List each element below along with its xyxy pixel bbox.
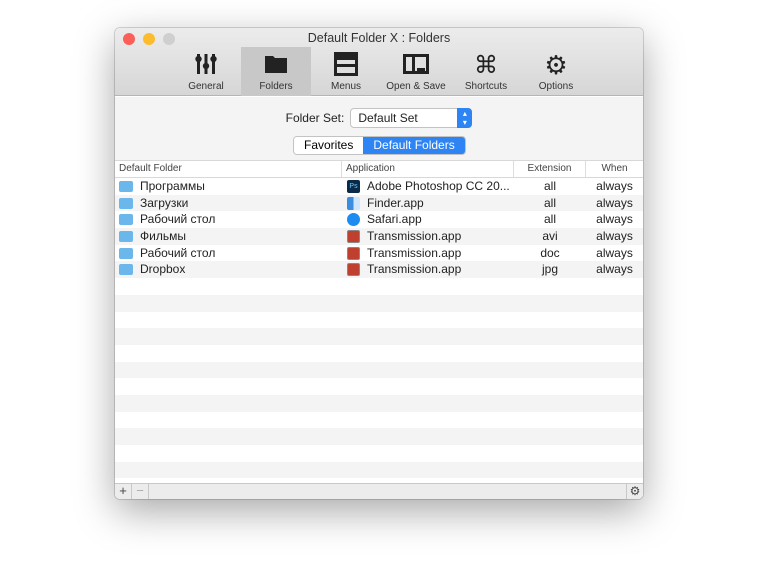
table-row[interactable]: Dropbox Transmission.app jpg always bbox=[115, 261, 643, 279]
chevron-up-down-icon: ▴ ▾ bbox=[457, 108, 473, 128]
empty-row bbox=[115, 294, 643, 312]
application-name: Safari.app bbox=[367, 212, 422, 227]
view-segmented-control: Favorites Default Folders bbox=[293, 136, 466, 155]
when: always bbox=[596, 179, 633, 193]
folder-icon bbox=[119, 264, 133, 276]
folder-set-value: Default Set bbox=[358, 111, 418, 125]
empty-row bbox=[115, 378, 643, 395]
tab-default-folders[interactable]: Default Folders bbox=[363, 137, 465, 154]
table-row[interactable]: Рабочий стол Safari.app all always bbox=[115, 211, 643, 228]
extension: all bbox=[543, 179, 556, 193]
toolbar-label: Folders bbox=[259, 81, 293, 92]
empty-row bbox=[115, 345, 643, 362]
extension: all bbox=[543, 195, 556, 210]
application-name: Finder.app bbox=[367, 195, 424, 210]
folder-name: Фильмы bbox=[140, 229, 186, 244]
menus-icon bbox=[334, 52, 358, 76]
toolbar-label: Menus bbox=[330, 81, 361, 92]
toolbar-shortcuts[interactable]: ⌘ Shortcuts bbox=[451, 47, 521, 96]
when: always bbox=[596, 245, 633, 260]
folder-name: Dropbox bbox=[140, 262, 186, 277]
folder-name: Загрузки bbox=[140, 195, 189, 210]
window-title: Default Folder X : Folders bbox=[307, 31, 451, 45]
open-save-icon bbox=[403, 54, 429, 74]
column-header-extension[interactable]: Extension bbox=[514, 161, 586, 177]
toolbar-label: Shortcuts bbox=[464, 81, 508, 92]
folder-set-select[interactable]: Default Set ▴ ▾ bbox=[350, 108, 473, 128]
gear-icon: ⚙ bbox=[544, 51, 567, 77]
title-bar: Default Folder X : Folders General Folde… bbox=[115, 28, 643, 96]
command-icon: ⌘ bbox=[474, 51, 498, 77]
toolbar-label: Open & Save bbox=[386, 81, 446, 92]
photoshop-icon: Ps bbox=[347, 179, 360, 193]
extension: jpg bbox=[541, 262, 558, 277]
empty-row bbox=[115, 328, 643, 345]
application-name: Transmission.app bbox=[367, 262, 462, 277]
toolbar-open-save[interactable]: Open & Save bbox=[381, 47, 451, 96]
toolbar-options[interactable]: ⚙ Options bbox=[521, 47, 591, 96]
transmission-icon bbox=[347, 263, 360, 277]
remove-button[interactable]: − bbox=[132, 484, 149, 499]
folder-set-label: Folder Set: bbox=[285, 111, 345, 125]
bottom-bar: + − ⚙ bbox=[115, 483, 643, 499]
folder-icon bbox=[119, 247, 133, 259]
gear-icon[interactable]: ⚙ bbox=[626, 484, 643, 499]
empty-row bbox=[115, 445, 643, 462]
preferences-window: Default Folder X : Folders General Folde… bbox=[115, 28, 643, 499]
table-row[interactable]: Загрузки Finder.app all always bbox=[115, 194, 643, 212]
sliders-icon bbox=[195, 54, 217, 74]
empty-row bbox=[115, 278, 643, 295]
empty-row bbox=[115, 412, 643, 429]
finder-icon bbox=[347, 196, 360, 210]
folder-name: Программы bbox=[140, 179, 205, 193]
toolbar-label: General bbox=[188, 81, 224, 92]
column-header-application[interactable]: Application bbox=[342, 161, 514, 177]
add-button[interactable]: + bbox=[115, 484, 132, 499]
safari-icon bbox=[347, 213, 360, 227]
empty-row bbox=[115, 428, 643, 445]
toolbar-general[interactable]: General bbox=[171, 47, 241, 96]
folder-name: Рабочий стол bbox=[140, 212, 216, 227]
column-header-when[interactable]: When bbox=[586, 161, 643, 177]
default-folders-table: Default Folder Application Extension Whe… bbox=[115, 160, 643, 483]
when: always bbox=[596, 229, 633, 244]
empty-row bbox=[115, 461, 643, 479]
transmission-icon bbox=[347, 229, 360, 243]
application-name: Adobe Photoshop CC 20... bbox=[367, 179, 510, 193]
application-name: Transmission.app bbox=[367, 245, 462, 260]
extension: all bbox=[543, 212, 556, 227]
table-row[interactable]: Фильмы Transmission.app avi always bbox=[115, 228, 643, 245]
when: always bbox=[596, 195, 633, 210]
column-header-folder[interactable]: Default Folder bbox=[115, 161, 342, 177]
toolbar-folders[interactable]: Folders bbox=[241, 47, 311, 96]
toolbar-label: Options bbox=[538, 81, 574, 92]
extension: avi bbox=[542, 229, 558, 244]
empty-row bbox=[115, 361, 643, 379]
folder-icon bbox=[265, 56, 287, 73]
when: always bbox=[596, 262, 633, 277]
folder-icon bbox=[119, 214, 133, 226]
when: always bbox=[596, 212, 633, 227]
table-row[interactable]: Программы Ps Adobe Photoshop CC 20... all… bbox=[115, 178, 643, 195]
empty-row bbox=[115, 394, 643, 412]
application-name: Transmission.app bbox=[367, 229, 462, 244]
extension: doc bbox=[540, 245, 560, 260]
svg-text:⌘: ⌘ bbox=[474, 51, 498, 77]
table-row[interactable]: Рабочий стол Transmission.app doc always bbox=[115, 245, 643, 262]
folder-icon bbox=[119, 230, 133, 242]
folder-icon bbox=[119, 180, 133, 192]
svg-text:⚙: ⚙ bbox=[544, 51, 567, 77]
folder-name: Рабочий стол bbox=[140, 245, 216, 260]
folder-icon bbox=[119, 197, 133, 209]
toolbar-menus[interactable]: Menus bbox=[311, 47, 381, 96]
empty-row bbox=[115, 312, 643, 329]
transmission-icon bbox=[347, 246, 360, 260]
tab-favorites[interactable]: Favorites bbox=[294, 137, 364, 154]
